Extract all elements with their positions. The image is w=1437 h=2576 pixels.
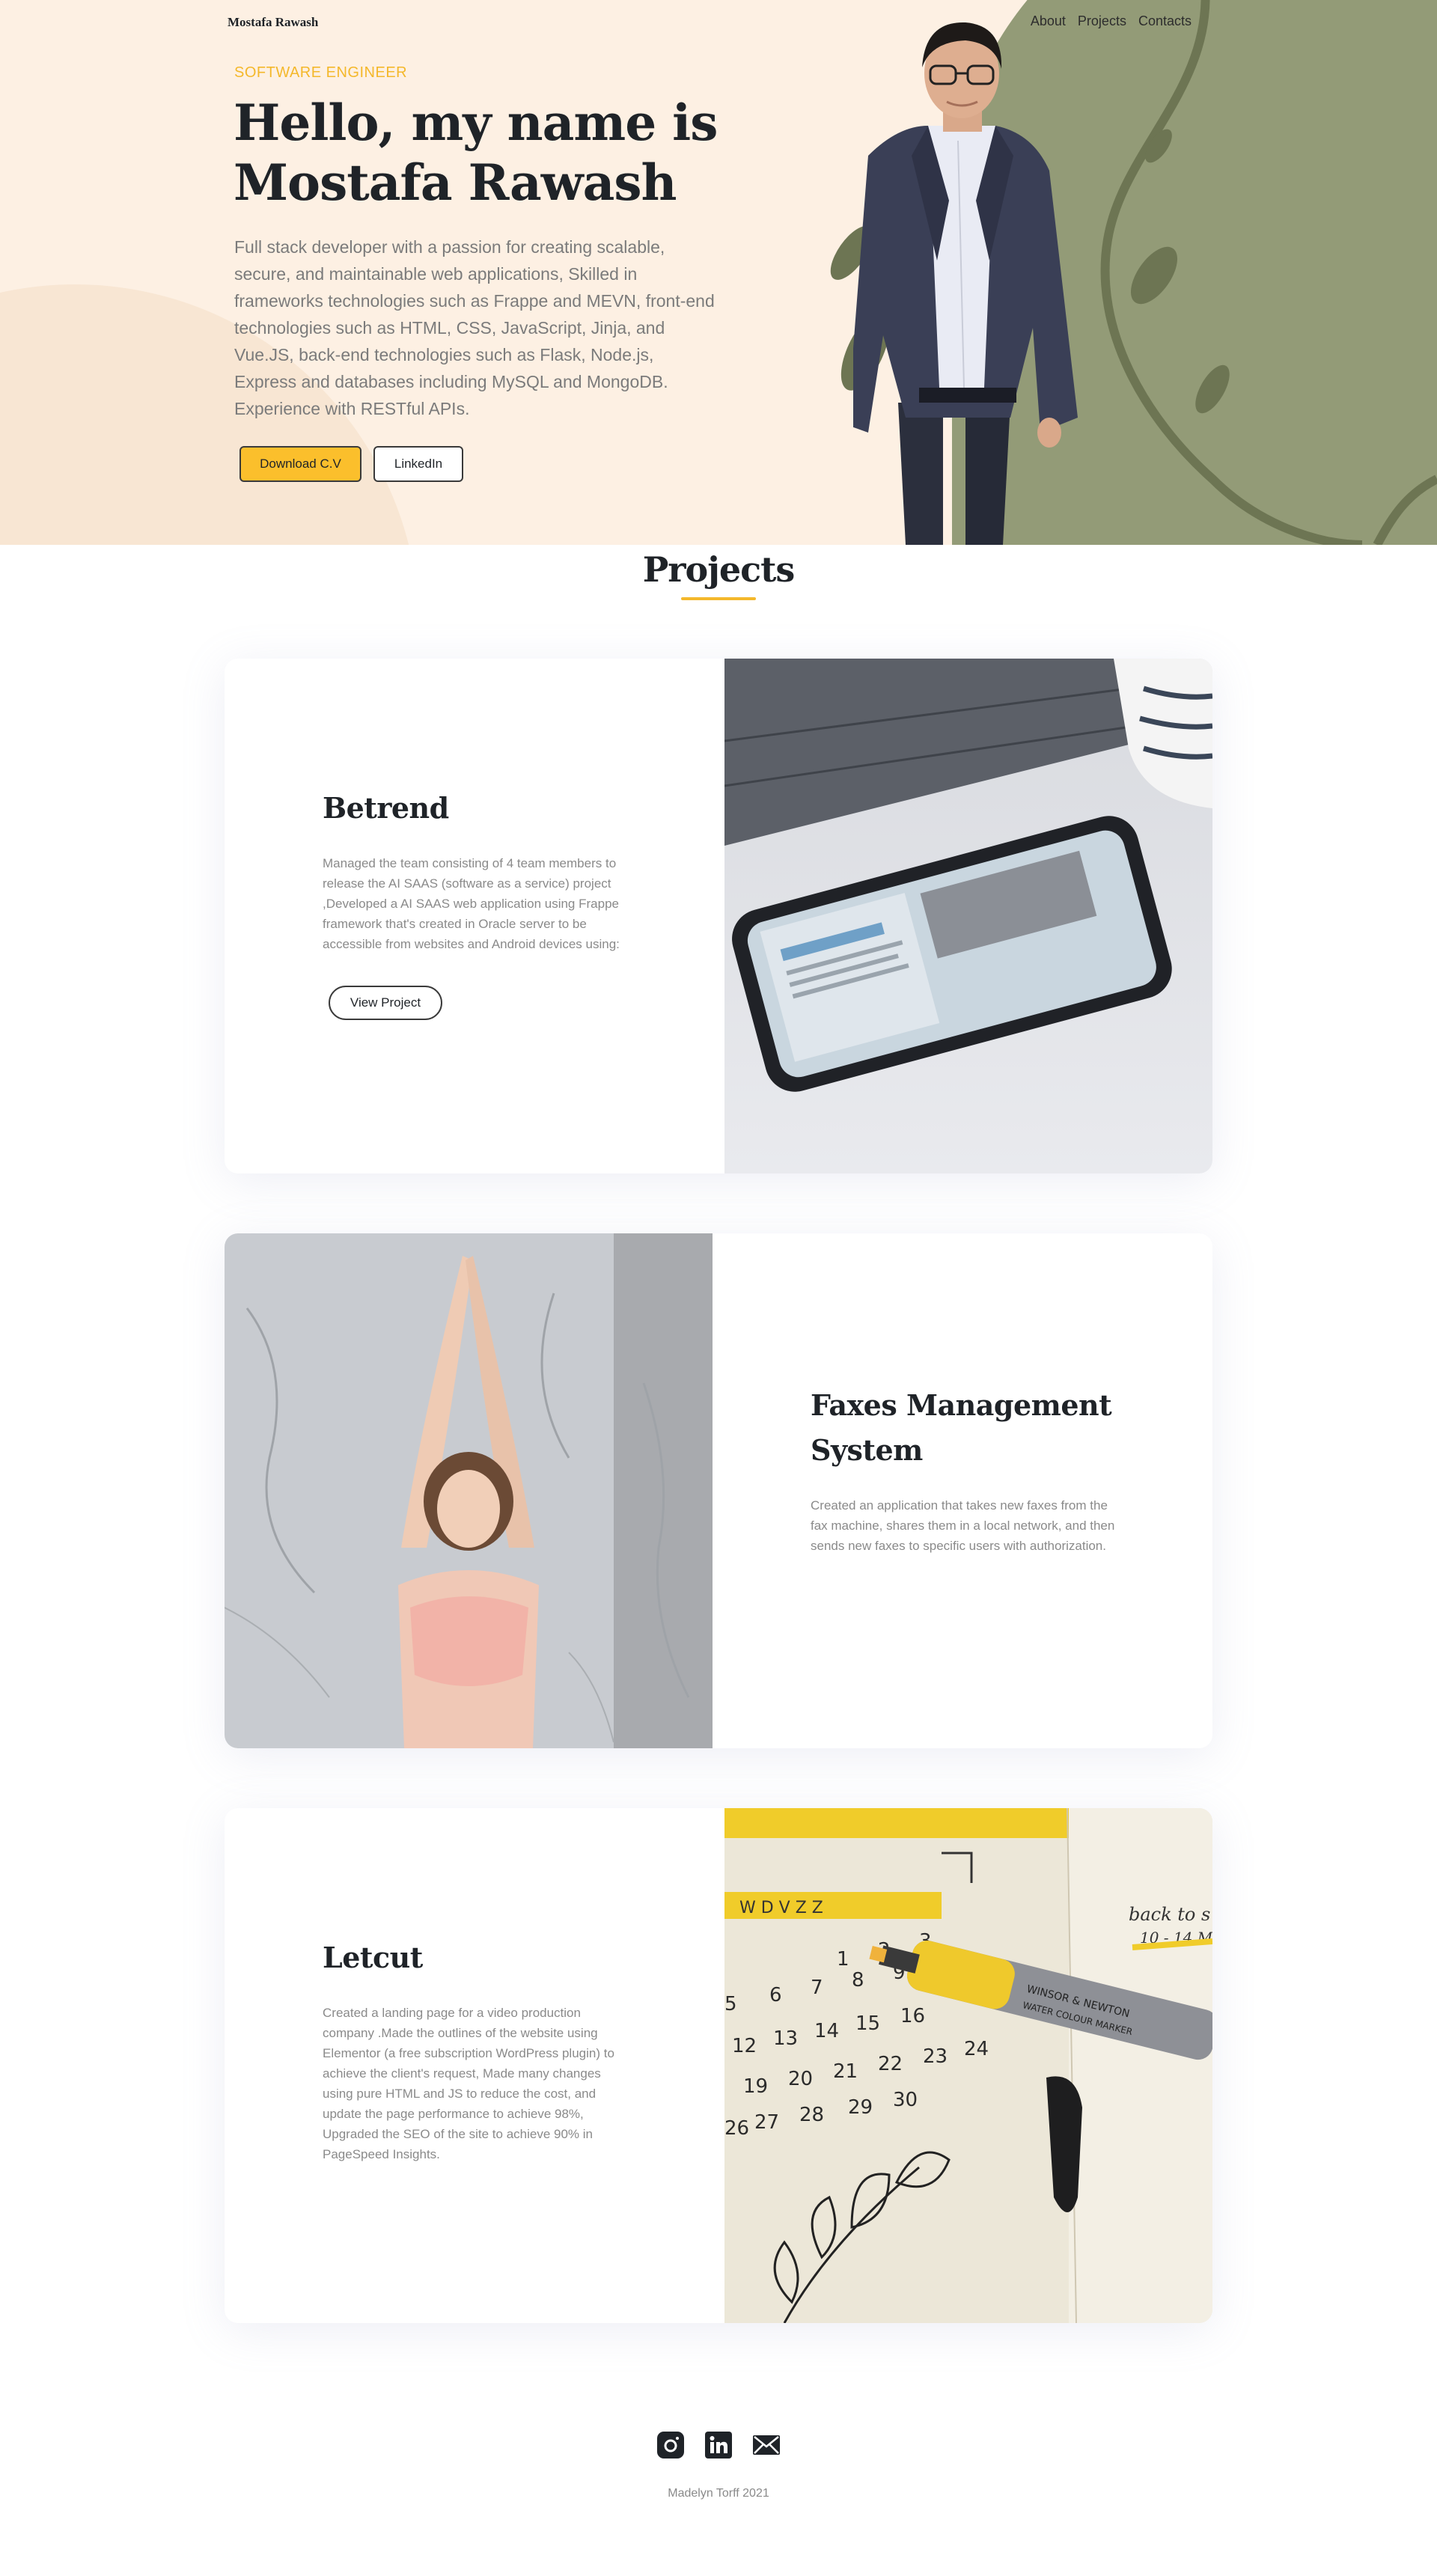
projects-heading: Projects	[642, 549, 796, 590]
project-image-phone	[724, 659, 1212, 1173]
footer-copyright: Madelyn Torff 2021	[668, 2487, 769, 2500]
project-title: Letcut	[323, 1941, 423, 1974]
calendar-note-line1: back to s	[1129, 1904, 1210, 1925]
calendar-row: 29	[848, 2096, 873, 2119]
calendar-row: 21	[833, 2060, 858, 2083]
calendar-row: 12	[732, 2035, 757, 2057]
calendar-row: 24	[964, 2038, 989, 2060]
calendar-row: 8	[852, 1969, 864, 1991]
calendar-row: 22	[878, 2053, 903, 2075]
social-links	[0, 2431, 1437, 2459]
nav-link-contacts[interactable]: Contacts	[1138, 13, 1192, 29]
calendar-row: 20	[788, 2068, 813, 2090]
projects-heading-underline	[681, 597, 756, 600]
calendar-row: 6	[769, 1984, 782, 2006]
project-card-text: Letcut Created a landing page for a vide…	[323, 1935, 629, 2164]
project-description: Created a landing page for a video produ…	[323, 2006, 614, 2161]
linkedin-button[interactable]: LinkedIn	[373, 446, 463, 482]
calendar-row: 23	[923, 2045, 948, 2068]
project-description: Created an application that takes new fa…	[811, 1498, 1115, 1553]
hero-title-line1: Hello, my name is	[234, 94, 718, 152]
hero-eyebrow: SOFTWARE ENGINEER	[234, 64, 408, 81]
project-card-text: Betrend Managed the team consisting of 4…	[323, 786, 629, 1020]
project-description: Managed the team consisting of 4 team me…	[323, 856, 620, 951]
project-card-betrend: Betrend Managed the team consisting of 4…	[225, 659, 1212, 1173]
nav-link-projects[interactable]: Projects	[1078, 13, 1126, 29]
project-card-faxes: Faxes Management System Created an appli…	[225, 1233, 1212, 1748]
project-card-text: Faxes Management System Created an appli…	[811, 1383, 1125, 1556]
hero-buttons: Download C.V LinkedIn	[240, 446, 463, 482]
download-cv-button[interactable]: Download C.V	[240, 446, 361, 482]
instagram-icon[interactable]	[656, 2431, 685, 2459]
calendar-row: 28	[799, 2104, 824, 2126]
hero-title-line2: Mostafa Rawash	[234, 153, 677, 212]
calendar-photo: W D V Z Z back to s 10 - 14 M 1 2 3 5 6 …	[724, 1808, 1212, 2323]
site-brand[interactable]: Mostafa Rawash	[228, 15, 318, 30]
calendar-row: 16	[900, 2005, 925, 2027]
linkedin-icon[interactable]	[704, 2431, 733, 2459]
yoga-photo	[225, 1233, 713, 1748]
calendar-row: 1	[837, 1948, 849, 1971]
view-project-button[interactable]: View Project	[329, 986, 442, 1020]
hero-section: Mostafa Rawash About Projects Contacts S…	[0, 0, 1437, 545]
calendar-row: 14	[814, 2020, 839, 2042]
calendar-row: 30	[893, 2089, 918, 2111]
calendar-weekdays: W D V Z Z	[739, 1899, 823, 1917]
project-card-letcut: Letcut Created a landing page for a vide…	[225, 1808, 1212, 2323]
calendar-row: 7	[811, 1977, 823, 1999]
calendar-row: 27	[754, 2111, 779, 2134]
hero-description: Full stack developer with a passion for …	[234, 237, 715, 418]
calendar-row: 13	[773, 2027, 798, 2050]
calendar-row: 19	[743, 2075, 768, 2098]
mail-icon[interactable]	[752, 2431, 781, 2459]
project-image-yoga	[225, 1233, 713, 1748]
nav-link-about[interactable]: About	[1031, 13, 1066, 29]
top-nav: About Projects Contacts	[1031, 13, 1192, 29]
project-title: Faxes Management System	[811, 1388, 1112, 1467]
calendar-row: 26	[724, 2117, 749, 2140]
project-title: Betrend	[323, 791, 449, 825]
phone-photo	[724, 659, 1212, 1173]
calendar-row: 5	[724, 1993, 737, 2015]
project-image-calendar: W D V Z Z back to s 10 - 14 M 1 2 3 5 6 …	[724, 1808, 1212, 2323]
profile-photo	[853, 22, 1078, 545]
hero-title: Hello, my name is Mostafa Rawash	[234, 93, 757, 213]
calendar-row: 15	[855, 2012, 880, 2035]
